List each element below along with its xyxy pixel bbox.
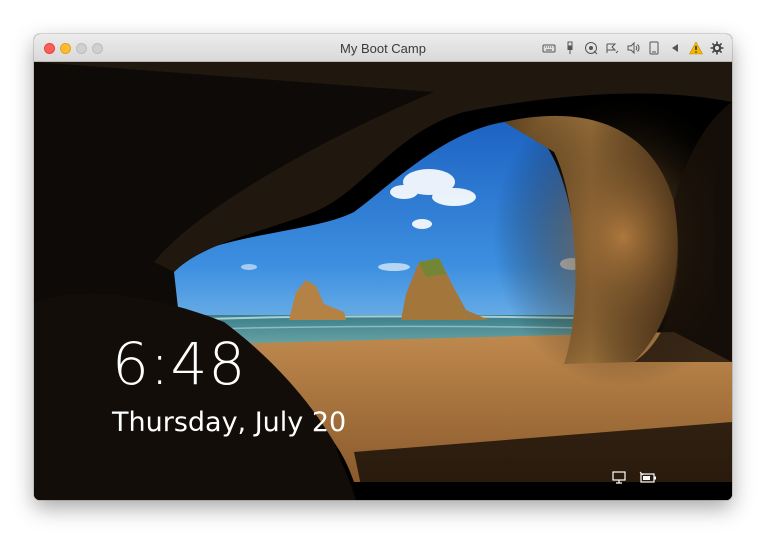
title-bar[interactable]: My Boot Camp bbox=[34, 34, 732, 62]
sound-icon[interactable] bbox=[624, 39, 642, 57]
battery-status-icon[interactable] bbox=[638, 470, 658, 486]
lockscreen-time: 6:48 bbox=[112, 330, 247, 398]
camera-icon[interactable] bbox=[582, 39, 600, 57]
network-icon[interactable] bbox=[603, 39, 621, 57]
usb-icon[interactable] bbox=[561, 39, 579, 57]
gear-icon[interactable] bbox=[708, 39, 726, 57]
lock-screen[interactable]: 6:48 Thursday, July 20 bbox=[34, 62, 732, 500]
lockscreen-date: Thursday, July 20 bbox=[112, 407, 347, 438]
lockscreen-status-icons bbox=[610, 470, 666, 486]
vm-window: My Boot Camp 6:48 Thursday, July 20 bbox=[34, 34, 732, 500]
back-arrow-icon[interactable] bbox=[666, 39, 684, 57]
device-icon[interactable] bbox=[645, 39, 663, 57]
keyboard-icon[interactable] bbox=[540, 39, 558, 57]
network-status-icon[interactable] bbox=[610, 470, 630, 486]
warning-icon[interactable] bbox=[687, 39, 705, 57]
toolbar-icons bbox=[537, 39, 726, 57]
